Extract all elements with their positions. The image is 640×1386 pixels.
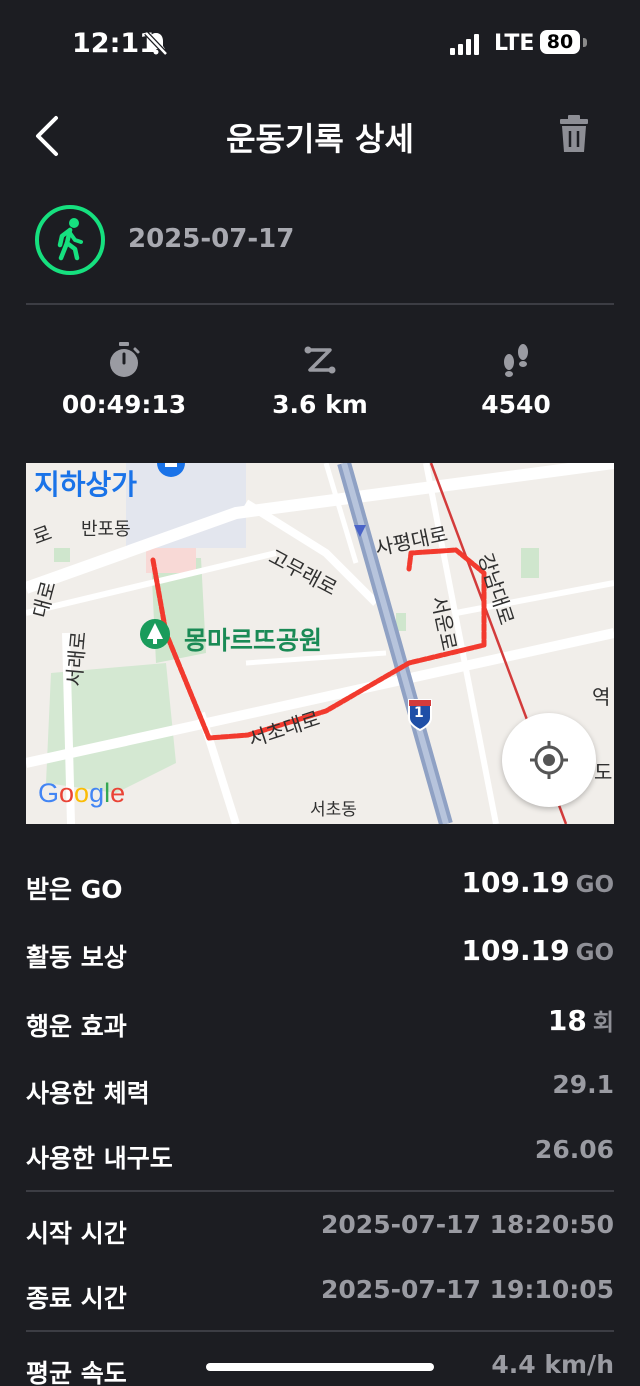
divider bbox=[26, 1330, 614, 1332]
map-label-underground-mall: 지하상가 bbox=[34, 468, 138, 501]
map-label-seoraero: 서래로 bbox=[61, 630, 91, 688]
row-luck-effect: 행운 효과 18 회 bbox=[26, 1001, 614, 1045]
row-value: 109.19 GO bbox=[462, 934, 615, 967]
map-label-right-edge-1: 역 bbox=[592, 685, 611, 709]
row-label: 활동 보상 bbox=[26, 943, 127, 972]
row-end-time: 종료 시간 2025-07-17 19:10:05 bbox=[26, 1273, 614, 1317]
start-time-value: 2025-07-17 18:20:50 bbox=[321, 1210, 614, 1239]
row-label: 받은 GO bbox=[26, 875, 123, 904]
divider bbox=[26, 303, 614, 305]
footsteps-icon bbox=[504, 344, 528, 377]
row-received-go: 받은 GO 109.19 GO bbox=[26, 864, 614, 908]
page-title: 운동기록 상세 bbox=[226, 120, 414, 158]
end-time-value: 2025-07-17 19:10:05 bbox=[321, 1275, 614, 1304]
luck-effect-count: 18 bbox=[547, 1004, 587, 1037]
received-go-amount: 109.19 bbox=[461, 866, 570, 899]
row-label: 사용한 내구도 bbox=[26, 1144, 173, 1173]
map-label-montmartre-park: 몽마르뜨공원 bbox=[184, 626, 323, 655]
battery-indicator: 80 bbox=[540, 30, 580, 54]
row-label: 평균 속도 bbox=[26, 1359, 127, 1386]
workout-detail-screen: 12:11 LTE 80 운동기록 상세 2025-07-17 00:49:13… bbox=[0, 0, 640, 1386]
map-label-banpodong: 반포동 bbox=[81, 519, 131, 540]
durability-used-value: 26.06 bbox=[534, 1135, 614, 1164]
stat-duration: 00:49:13 bbox=[24, 340, 224, 419]
row-stamina-used: 사용한 체력 29.1 bbox=[26, 1068, 614, 1112]
map-label-right-edge-2: 도 bbox=[594, 760, 613, 784]
divider bbox=[26, 1190, 614, 1192]
bell-muted-icon bbox=[144, 31, 168, 56]
go-unit: GO bbox=[575, 872, 614, 898]
map-label-seochodong: 서초동 bbox=[310, 800, 357, 820]
duration-value: 00:49:13 bbox=[61, 390, 187, 419]
stat-distance: 3.6 km bbox=[220, 340, 420, 419]
my-location-button[interactable] bbox=[502, 713, 596, 807]
row-activity-reward: 활동 보상 109.19 GO bbox=[26, 932, 614, 976]
stopwatch-icon bbox=[110, 342, 140, 377]
steps-value: 4540 bbox=[481, 390, 551, 419]
activity-date: 2025-07-17 bbox=[128, 224, 295, 254]
route-map[interactable]: 지하상가 반포동 고무래로 사평대로 강남대로 서운로 몽마르뜨공원 서초대로 … bbox=[26, 463, 614, 824]
trash-icon[interactable] bbox=[552, 112, 596, 156]
row-start-time: 시작 시간 2025-07-17 18:20:50 bbox=[26, 1208, 614, 1252]
network-type: LTE bbox=[494, 31, 535, 56]
row-durability-used: 사용한 내구도 26.06 bbox=[26, 1133, 614, 1177]
avg-speed-value: 4.4 km/h bbox=[491, 1350, 614, 1379]
go-unit: GO bbox=[575, 940, 614, 966]
status-bar: 12:11 LTE 80 bbox=[0, 0, 640, 90]
row-label: 시작 시간 bbox=[26, 1219, 127, 1248]
row-label: 종료 시간 bbox=[26, 1284, 127, 1313]
count-unit: 회 bbox=[592, 1010, 614, 1036]
signal-icon bbox=[450, 34, 479, 55]
stat-steps: 4540 bbox=[416, 340, 616, 419]
google-attribution: Google bbox=[38, 778, 126, 808]
distance-value: 3.6 km bbox=[272, 390, 368, 419]
row-label: 사용한 체력 bbox=[26, 1079, 150, 1108]
highway-shield-number: 1 bbox=[414, 705, 424, 721]
stamina-used-value: 29.1 bbox=[552, 1070, 614, 1099]
battery-tip bbox=[583, 38, 587, 47]
row-value: 18 회 bbox=[548, 1003, 614, 1037]
route-distance-icon bbox=[304, 346, 336, 374]
crosshair-icon bbox=[530, 741, 568, 779]
home-indicator[interactable] bbox=[206, 1363, 434, 1371]
activity-reward-amount: 109.19 bbox=[461, 934, 570, 967]
row-value: 109.19 GO bbox=[462, 866, 615, 899]
row-label: 행운 효과 bbox=[26, 1012, 127, 1041]
header: 운동기록 상세 bbox=[0, 100, 640, 172]
walking-person-icon bbox=[35, 205, 105, 275]
